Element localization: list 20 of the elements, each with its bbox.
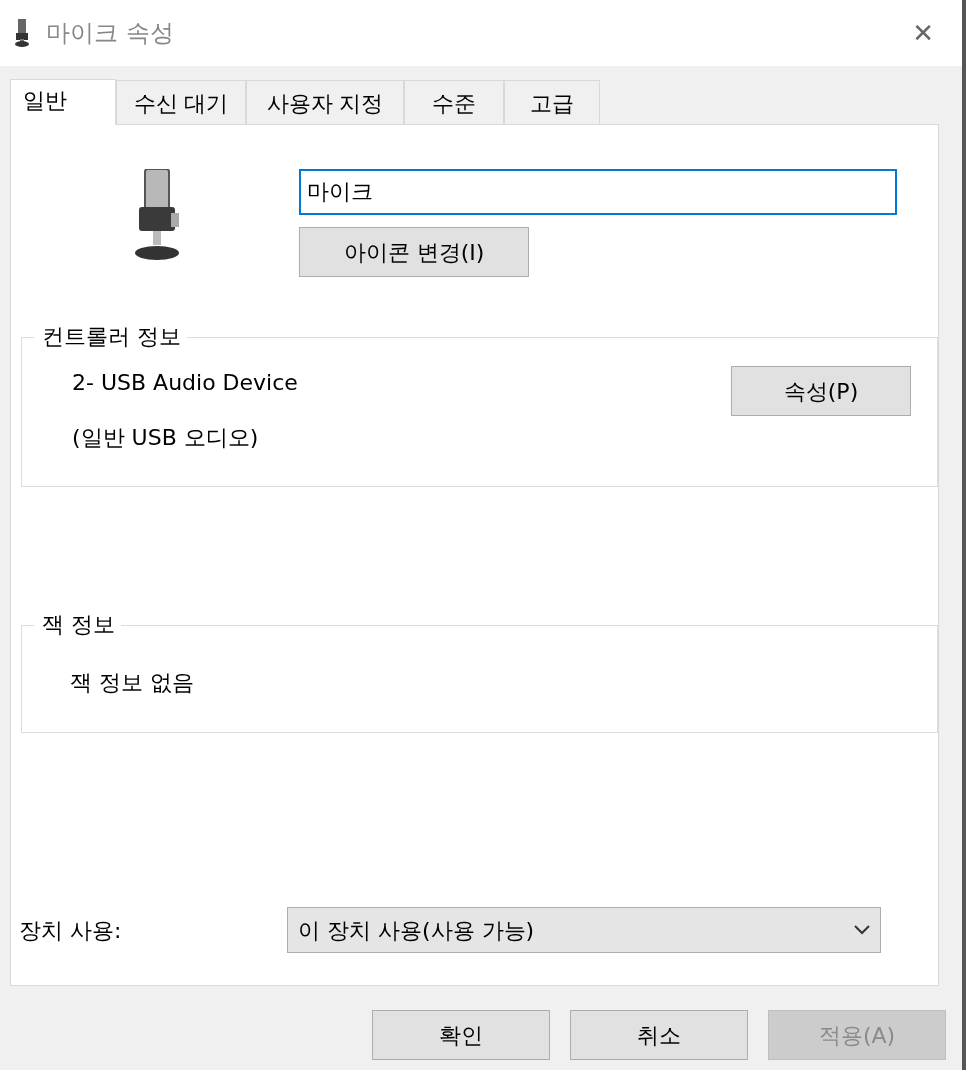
window-title: 마이크 속성 [46, 18, 174, 49]
change-icon-button[interactable]: 아이콘 변경(I) [299, 227, 529, 277]
jack-info-text: 잭 정보 없음 [70, 670, 194, 695]
tab[interactable]: 일반 [10, 79, 116, 125]
ok-button[interactable]: 확인 [372, 1010, 550, 1060]
chevron-down-icon [854, 925, 870, 935]
tab[interactable]: 고급 [504, 80, 600, 124]
device-info-text: (일반 USB 오디오) [72, 424, 260, 452]
tab[interactable]: 사용자 지정 [246, 80, 404, 124]
tab[interactable]: 수준 [404, 80, 504, 124]
name-field[interactable]: 마이크 [299, 169, 897, 215]
device-info-text: 2- USB Audio Device [72, 369, 298, 397]
tab[interactable]: 수신 대기 [116, 80, 246, 124]
microphone-icon [133, 169, 181, 261]
device-usage-dropdown[interactable]: 이 장치 사용(사용 가능) [287, 907, 881, 953]
properties-button[interactable]: 속성(P) [731, 366, 911, 416]
close-button[interactable]: ✕ [898, 13, 948, 53]
cancel-button[interactable]: 취소 [570, 1010, 748, 1060]
microphone-icon [14, 19, 30, 47]
device-usage-label: 장치 사용: [19, 916, 123, 945]
